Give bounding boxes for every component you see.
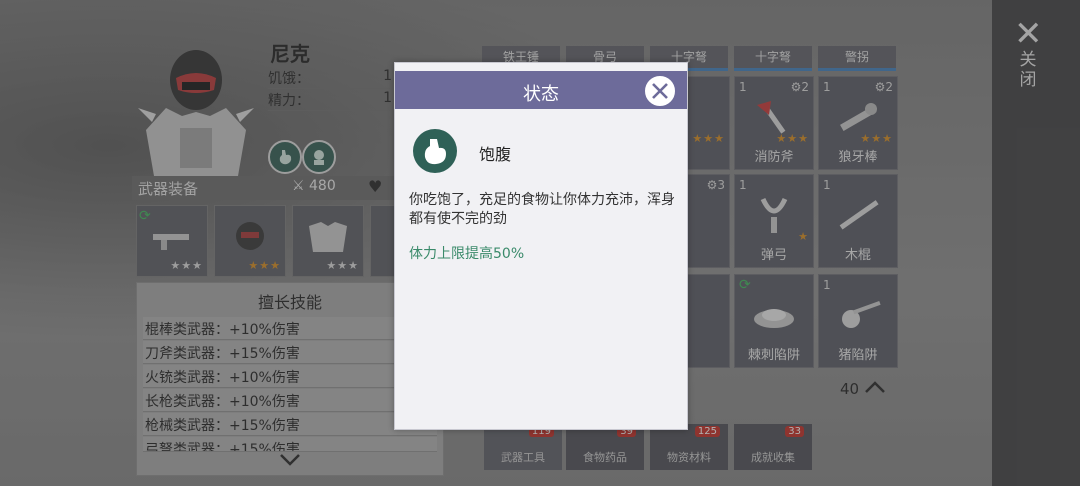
modal-header: 状态 [395, 71, 687, 109]
status-description: 你吃饱了，充足的食物让你体力充沛，浑身都有使不完的劲 [409, 192, 675, 227]
status-effect: 体力上限提高50% [409, 246, 525, 262]
stomach-status-badge [413, 129, 457, 173]
close-icon [652, 83, 668, 99]
status-modal: 状态 饱腹 你吃饱了，充足的食物让你体力充沛，浑身都有使不完的劲 体力上限提高5… [394, 62, 688, 430]
stomach-icon [424, 139, 446, 165]
modal-close-button[interactable] [643, 74, 677, 108]
status-name: 饱腹 [479, 145, 512, 164]
